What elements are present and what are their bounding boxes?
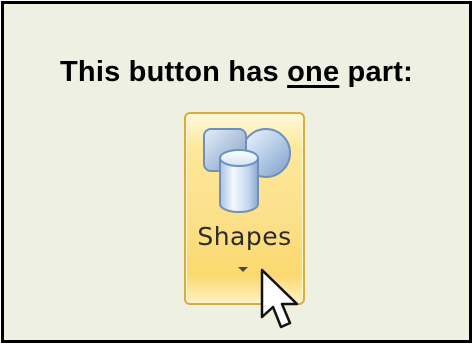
shapes-icon (203, 128, 291, 213)
slide-frame: This button has one part: Shapes (1, 1, 472, 343)
heading-text-before: This button has (59, 56, 288, 88)
heading-text-after: part: (339, 56, 413, 88)
heading-emphasis: one (287, 56, 340, 88)
shapes-button-label: Shapes (197, 222, 292, 251)
dropdown-arrow-icon[interactable] (238, 267, 248, 272)
arrow-cursor-icon (260, 268, 299, 329)
heading: This button has one part: (4, 56, 469, 89)
